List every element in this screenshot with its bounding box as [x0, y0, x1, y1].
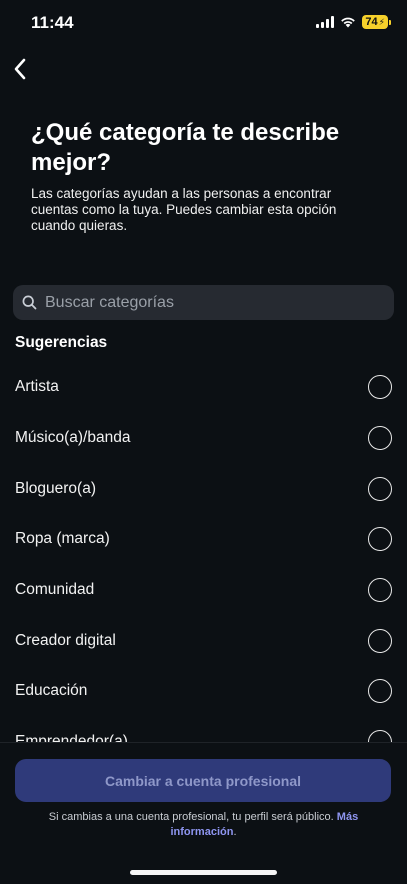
- footer-divider: [0, 742, 407, 743]
- category-label: Artista: [15, 378, 59, 396]
- footer-note-end: .: [233, 825, 237, 838]
- status-icons: 74 ⚡: [316, 15, 391, 29]
- wifi-icon: [341, 17, 356, 28]
- category-item-emprendedor[interactable]: Emprendedor(a): [0, 717, 407, 742]
- category-label: Músico(a)/banda: [15, 429, 131, 447]
- charging-bolt-icon: ⚡: [378, 17, 385, 27]
- category-label: Ropa (marca): [15, 530, 110, 548]
- category-item-ropa-marca[interactable]: Ropa (marca): [0, 514, 407, 565]
- category-label: Comunidad: [15, 581, 95, 599]
- chevron-left-icon: [14, 58, 26, 80]
- search-input[interactable]: [45, 293, 375, 312]
- category-item-bloguero[interactable]: Bloguero(a): [0, 463, 407, 514]
- back-button[interactable]: [8, 54, 32, 84]
- category-label: Bloguero(a): [15, 479, 96, 497]
- search-icon: [22, 295, 37, 310]
- battery-level: 74: [365, 16, 378, 28]
- category-item-educacion[interactable]: Educación: [0, 666, 407, 717]
- category-list[interactable]: Artista Músico(a)/banda Bloguero(a) Ropa…: [0, 362, 407, 742]
- radio-button[interactable]: [368, 527, 392, 552]
- battery-icon: 74 ⚡: [362, 15, 388, 29]
- radio-button[interactable]: [368, 628, 392, 653]
- category-label: Creador digital: [15, 631, 116, 649]
- category-item-musico-banda[interactable]: Músico(a)/banda: [0, 413, 407, 464]
- radio-button[interactable]: [368, 679, 392, 704]
- radio-button[interactable]: [368, 730, 392, 742]
- suggestions-title: Sugerencias: [15, 334, 108, 351]
- footer-note: Si cambias a una cuenta profesional, tu …: [20, 810, 387, 839]
- footer-note-text: Si cambias a una cuenta profesional, tu …: [48, 811, 334, 823]
- category-item-creador-digital[interactable]: Creador digital: [0, 615, 407, 666]
- category-label: Emprendedor(a): [15, 733, 128, 742]
- status-time: 11:44: [31, 13, 74, 32]
- radio-button[interactable]: [368, 578, 392, 603]
- page-title: ¿Qué categoría te describe mejor?: [31, 119, 340, 176]
- switch-professional-account-button[interactable]: Cambiar a cuenta profesional: [15, 759, 391, 802]
- category-label: Educación: [15, 682, 88, 700]
- category-item-artista[interactable]: Artista: [0, 362, 407, 413]
- search-bar[interactable]: [13, 285, 394, 320]
- cellular-signal-icon: [316, 16, 335, 28]
- page-description: Las categorías ayudan a las personas a e…: [31, 186, 337, 233]
- home-indicator[interactable]: [130, 870, 277, 875]
- radio-button[interactable]: [368, 476, 392, 501]
- status-bar: 11:44 74 ⚡: [0, 0, 407, 48]
- category-item-comunidad[interactable]: Comunidad: [0, 565, 407, 616]
- radio-button[interactable]: [368, 426, 392, 451]
- radio-button[interactable]: [368, 375, 392, 400]
